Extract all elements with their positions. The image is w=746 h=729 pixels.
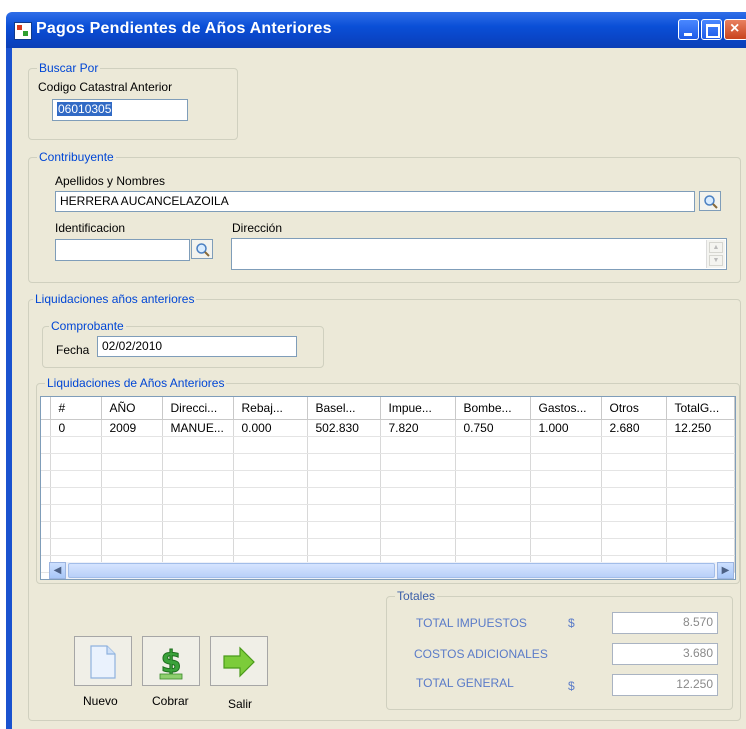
grid-group-label: Liquidaciones de Años Anteriores	[45, 376, 227, 390]
col-header-bomberos[interactable]: Bombe...	[455, 397, 531, 420]
col-header-base-imponible[interactable]: Basel...	[307, 397, 381, 420]
grid-header-row: # AÑO Direcci... Rebaj... Basel... Impue…	[41, 397, 735, 420]
costos-adicionales-label: COSTOS ADICIONALES	[414, 647, 548, 661]
table-cell[interactable]: 0.750	[455, 419, 531, 437]
col-header-direccion[interactable]: Direcci...	[162, 397, 234, 420]
col-header-total-general[interactable]: TotalG...	[666, 397, 735, 420]
table-row	[41, 453, 735, 471]
scroll-up-icon[interactable]: ▲	[709, 242, 723, 253]
scroll-right-icon[interactable]: ▶	[717, 562, 734, 579]
right-arrow-icon	[223, 646, 255, 678]
col-header-otros[interactable]: Otros	[601, 397, 667, 420]
grid-row-header-corner	[41, 397, 51, 420]
codigo-catastral-input[interactable]: 06010305	[52, 99, 188, 121]
table-row	[41, 521, 735, 539]
magnifier-icon	[704, 195, 718, 209]
salir-label: Salir	[228, 697, 253, 711]
totales-group-label: Totales	[395, 589, 438, 603]
scroll-left-icon[interactable]: ◀	[49, 562, 66, 579]
col-header-gastos[interactable]: Gastos...	[530, 397, 602, 420]
search-identificacion-button[interactable]	[191, 239, 213, 259]
table-cell[interactable]: 1.000	[530, 419, 602, 437]
table-row[interactable]: 0 2009 MANUE... 0.000 502.830 7.820 0.75…	[41, 419, 735, 437]
direccion-label: Dirección	[232, 221, 283, 235]
col-header-numero[interactable]: #	[50, 397, 102, 420]
table-row	[41, 504, 735, 522]
liquidaciones-grid[interactable]: # AÑO Direcci... Rebaj... Basel... Impue…	[40, 396, 736, 580]
table-cell[interactable]: 0.000	[233, 419, 308, 437]
window-title: Pagos Pendientes de Años Anteriores	[36, 20, 332, 37]
fecha-label: Fecha	[56, 343, 90, 357]
magnifier-icon	[196, 243, 210, 257]
apellidos-nombres-input[interactable]: HERRERA AUCANCELAZOILA	[55, 191, 695, 212]
total-impuestos-currency: $	[568, 616, 575, 630]
table-cell[interactable]: 12.250	[666, 419, 735, 437]
app-icon[interactable]	[14, 22, 32, 40]
cobrar-label: Cobrar	[152, 694, 189, 708]
nuevo-label: Nuevo	[83, 694, 118, 708]
total-impuestos-label: TOTAL IMPUESTOS	[416, 616, 527, 630]
contribuyente-group-label: Contribuyente	[37, 150, 116, 164]
table-cell[interactable]: 2009	[101, 419, 163, 437]
codigo-catastral-value: 06010305	[57, 102, 113, 116]
table-row	[41, 436, 735, 454]
maximize-button[interactable]	[701, 19, 722, 40]
codigo-catastral-label: Codigo Catastral Anterior	[38, 80, 173, 94]
title-bar: Pagos Pendientes de Años Anteriores ×	[6, 12, 746, 48]
table-cell[interactable]: 502.830	[307, 419, 381, 437]
scroll-down-icon[interactable]: ▼	[709, 255, 723, 266]
cobrar-button[interactable]: $	[142, 636, 200, 686]
fecha-input[interactable]: 02/02/2010	[97, 336, 297, 357]
identificacion-label: Identificacion	[55, 221, 126, 235]
grid-horizontal-scrollbar[interactable]: ◀ ▶	[49, 562, 734, 579]
total-general-currency: $	[568, 679, 575, 693]
total-general-value: 12.250	[612, 674, 718, 696]
col-header-anio[interactable]: AÑO	[101, 397, 163, 420]
table-cell[interactable]: 2.680	[601, 419, 667, 437]
search-nombres-button[interactable]	[699, 191, 721, 211]
table-cell[interactable]: 7.820	[380, 419, 456, 437]
table-cell[interactable]: MANUE...	[162, 419, 234, 437]
blank-document-icon	[90, 645, 116, 679]
close-button[interactable]: ×	[724, 19, 746, 40]
salir-button[interactable]	[210, 636, 268, 686]
comprobante-label: Comprobante	[49, 319, 126, 333]
table-row	[41, 487, 735, 505]
scroll-thumb[interactable]	[68, 563, 715, 578]
row-header-cell	[41, 419, 51, 437]
liquidaciones-table: # AÑO Direcci... Rebaj... Basel... Impue…	[41, 397, 735, 573]
identificacion-input[interactable]	[55, 239, 190, 261]
nuevo-button[interactable]	[74, 636, 132, 686]
close-icon: ×	[730, 20, 740, 37]
direccion-textarea[interactable]	[231, 238, 727, 270]
dollar-icon: $	[159, 645, 183, 680]
table-cell[interactable]: 0	[50, 419, 102, 437]
liquidaciones-group-label: Liquidaciones años anteriores	[33, 292, 197, 306]
apellidos-nombres-label: Apellidos y Nombres	[55, 174, 166, 188]
buscar-group-label: Buscar Por	[37, 61, 101, 75]
total-general-label: TOTAL GENERAL	[416, 676, 514, 690]
total-impuestos-value: 8.570	[612, 612, 718, 634]
col-header-impuesto[interactable]: Impue...	[380, 397, 456, 420]
direccion-scrollbar[interactable]: ▲ ▼	[706, 240, 725, 268]
col-header-rebaja[interactable]: Rebaj...	[233, 397, 308, 420]
table-row	[41, 470, 735, 488]
costos-adicionales-value: 3.680	[612, 643, 718, 665]
minimize-button[interactable]	[678, 19, 699, 40]
table-row	[41, 538, 735, 556]
